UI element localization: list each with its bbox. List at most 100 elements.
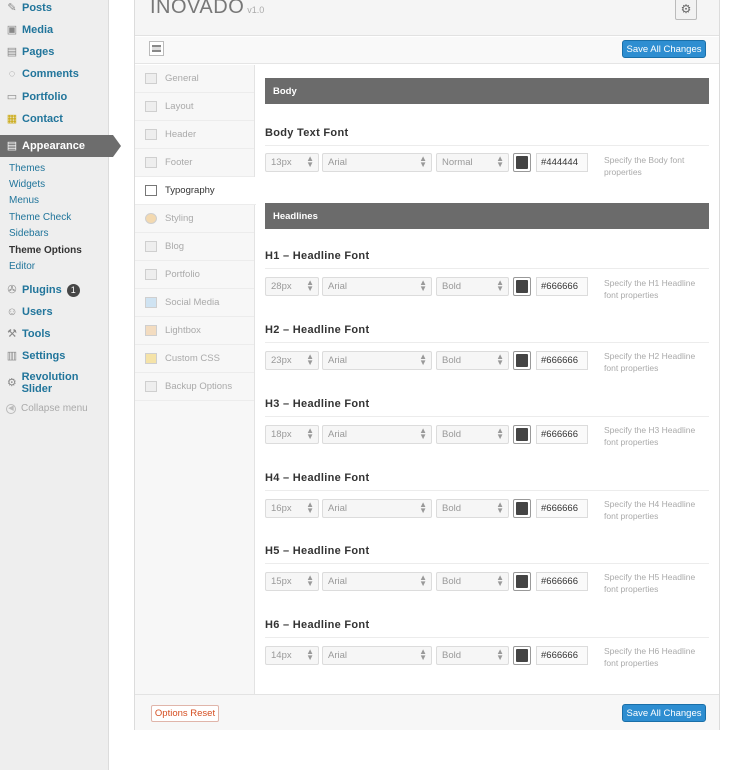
select-value: Arial: [328, 576, 348, 587]
submenu-theme-check[interactable]: Theme Check: [9, 212, 71, 223]
color-hex-input[interactable]: #666666: [536, 572, 588, 591]
tools-button[interactable]: ⚙: [675, 0, 697, 20]
h4-font-title: H4 – Headline Font: [265, 472, 370, 484]
save-all-changes-button-top[interactable]: Save All Changes: [622, 40, 706, 58]
font-size-select[interactable]: 28px ▲ ▼: [265, 277, 319, 296]
menu-label: Tools: [22, 328, 51, 340]
submenu-menus[interactable]: Menus: [9, 195, 39, 206]
nav-blog[interactable]: Blog: [135, 233, 254, 261]
options-reset-button[interactable]: Options Reset: [151, 705, 219, 722]
nav-layout[interactable]: Layout: [135, 93, 254, 121]
menu-appearance[interactable]: ▤ Appearance: [0, 135, 121, 157]
color-hex-input[interactable]: #666666: [536, 351, 588, 370]
color-hex-input[interactable]: #666666: [536, 646, 588, 665]
font-size-select[interactable]: 15px ▲ ▼: [265, 572, 319, 591]
color-swatch[interactable]: [513, 499, 531, 518]
theme-brand: INOVADO v1.0: [150, 0, 264, 19]
field-hint: Specify the H1 Headline font properties: [604, 278, 696, 300]
menu-label: Revolution Slider: [21, 371, 79, 395]
menu-settings[interactable]: ▥ Settings: [0, 345, 109, 367]
menu-label: Appearance: [22, 140, 85, 152]
font-family-select[interactable]: Arial ▲ ▼: [322, 351, 432, 370]
select-value: Arial: [328, 355, 348, 366]
collapse-menu[interactable]: ◀ Collapse menu: [6, 403, 88, 414]
menu-comments[interactable]: ◌ Comments: [0, 63, 109, 85]
menu-plugins[interactable]: ✇ Plugins 1: [0, 279, 109, 301]
sliders-icon: ⚙: [680, 2, 692, 16]
nav-footer[interactable]: Footer: [135, 149, 254, 177]
select-arrows-icon: ▲ ▼: [306, 154, 314, 169]
nav-header[interactable]: Header: [135, 121, 254, 149]
nav-custom-css[interactable]: Custom CSS: [135, 345, 254, 373]
font-family-select[interactable]: Arial ▲ ▼: [322, 153, 432, 172]
font-size-select[interactable]: 16px ▲ ▼: [265, 499, 319, 518]
font-weight-select[interactable]: Bold ▲ ▼: [436, 277, 509, 296]
submenu-editor[interactable]: Editor: [9, 261, 35, 272]
nav-label: Portfolio: [165, 269, 200, 280]
pages-icon: ▤: [6, 46, 18, 58]
font-weight-select[interactable]: Bold ▲ ▼: [436, 499, 509, 518]
nav-label: Header: [165, 129, 197, 140]
color-preview: [516, 649, 528, 662]
menu-posts[interactable]: ✎ Posts: [0, 0, 109, 19]
pin-icon: ✎: [7, 2, 17, 14]
save-all-changes-button-bottom[interactable]: Save All Changes: [622, 704, 706, 722]
font-weight-select[interactable]: Bold ▲ ▼: [436, 351, 509, 370]
color-swatch[interactable]: [513, 277, 531, 296]
font-family-select[interactable]: Arial ▲ ▼: [322, 572, 432, 591]
font-size-select[interactable]: 14px ▲ ▼: [265, 646, 319, 665]
nav-portfolio[interactable]: Portfolio: [135, 261, 254, 289]
font-family-select[interactable]: Arial ▲ ▼: [322, 499, 432, 518]
font-size-select[interactable]: 23px ▲ ▼: [265, 351, 319, 370]
media-icon: ▣: [6, 24, 18, 36]
styling-icon: [145, 213, 157, 224]
font-size-select[interactable]: 13px ▲ ▼: [265, 153, 319, 172]
h3-font-title: H3 – Headline Font: [265, 398, 370, 410]
layout-toggle-button[interactable]: [149, 41, 164, 56]
font-family-select[interactable]: Arial ▲ ▼: [322, 646, 432, 665]
color-hex-input[interactable]: #666666: [536, 425, 588, 444]
menu-revolution-slider[interactable]: ⚙ Revolution Slider: [0, 371, 109, 395]
select-arrows-icon: ▲ ▼: [496, 278, 504, 293]
menu-tools[interactable]: ⚒ Tools: [0, 323, 109, 345]
font-family-select[interactable]: Arial ▲ ▼: [322, 425, 432, 444]
font-size-select[interactable]: 18px ▲ ▼: [265, 425, 319, 444]
portfolio-icon: [145, 269, 157, 280]
font-weight-select[interactable]: Bold ▲ ▼: [436, 572, 509, 591]
font-weight-select[interactable]: Bold ▲ ▼: [436, 646, 509, 665]
appearance-icon: ▤: [6, 140, 18, 152]
submenu-theme-options[interactable]: Theme Options: [9, 245, 82, 256]
font-family-select[interactable]: Arial ▲ ▼: [322, 277, 432, 296]
field-hint: Specify the H5 Headline font properties: [604, 572, 696, 594]
submenu-sidebars[interactable]: Sidebars: [9, 228, 48, 239]
color-swatch[interactable]: [513, 646, 531, 665]
nav-styling[interactable]: Styling: [135, 205, 254, 233]
nav-typography[interactable]: Typography: [135, 177, 256, 205]
nav-general[interactable]: General: [135, 65, 254, 93]
color-swatch[interactable]: [513, 425, 531, 444]
menu-users[interactable]: ☺ Users: [0, 301, 109, 323]
color-swatch[interactable]: [513, 351, 531, 370]
color-swatch[interactable]: [513, 572, 531, 591]
menu-contact[interactable]: ▦ Contact: [0, 108, 109, 130]
nav-social-media[interactable]: Social Media: [135, 289, 254, 317]
select-value: 28px: [271, 281, 292, 292]
color-hex-input[interactable]: #666666: [536, 277, 588, 296]
color-hex-input[interactable]: #666666: [536, 499, 588, 518]
color-swatch[interactable]: [513, 153, 531, 172]
font-weight-select[interactable]: Bold ▲ ▼: [436, 425, 509, 444]
h1-font-title: H1 – Headline Font: [265, 250, 370, 262]
font-weight-select[interactable]: Normal ▲ ▼: [436, 153, 509, 172]
nav-label: General: [165, 73, 199, 84]
folder-icon: ▭: [6, 91, 18, 103]
nav-lightbox[interactable]: Lightbox: [135, 317, 254, 345]
menu-portfolio[interactable]: ▭ Portfolio: [0, 86, 109, 108]
submenu-widgets[interactable]: Widgets: [9, 179, 45, 190]
menu-pages[interactable]: ▤ Pages: [0, 41, 109, 63]
typography-icon: [145, 185, 157, 196]
select-arrows-icon: ▲ ▼: [496, 500, 504, 515]
menu-media[interactable]: ▣ Media: [0, 19, 109, 41]
color-hex-input[interactable]: #444444: [536, 153, 588, 172]
submenu-themes[interactable]: Themes: [9, 163, 45, 174]
nav-backup-options[interactable]: Backup Options: [135, 373, 254, 401]
